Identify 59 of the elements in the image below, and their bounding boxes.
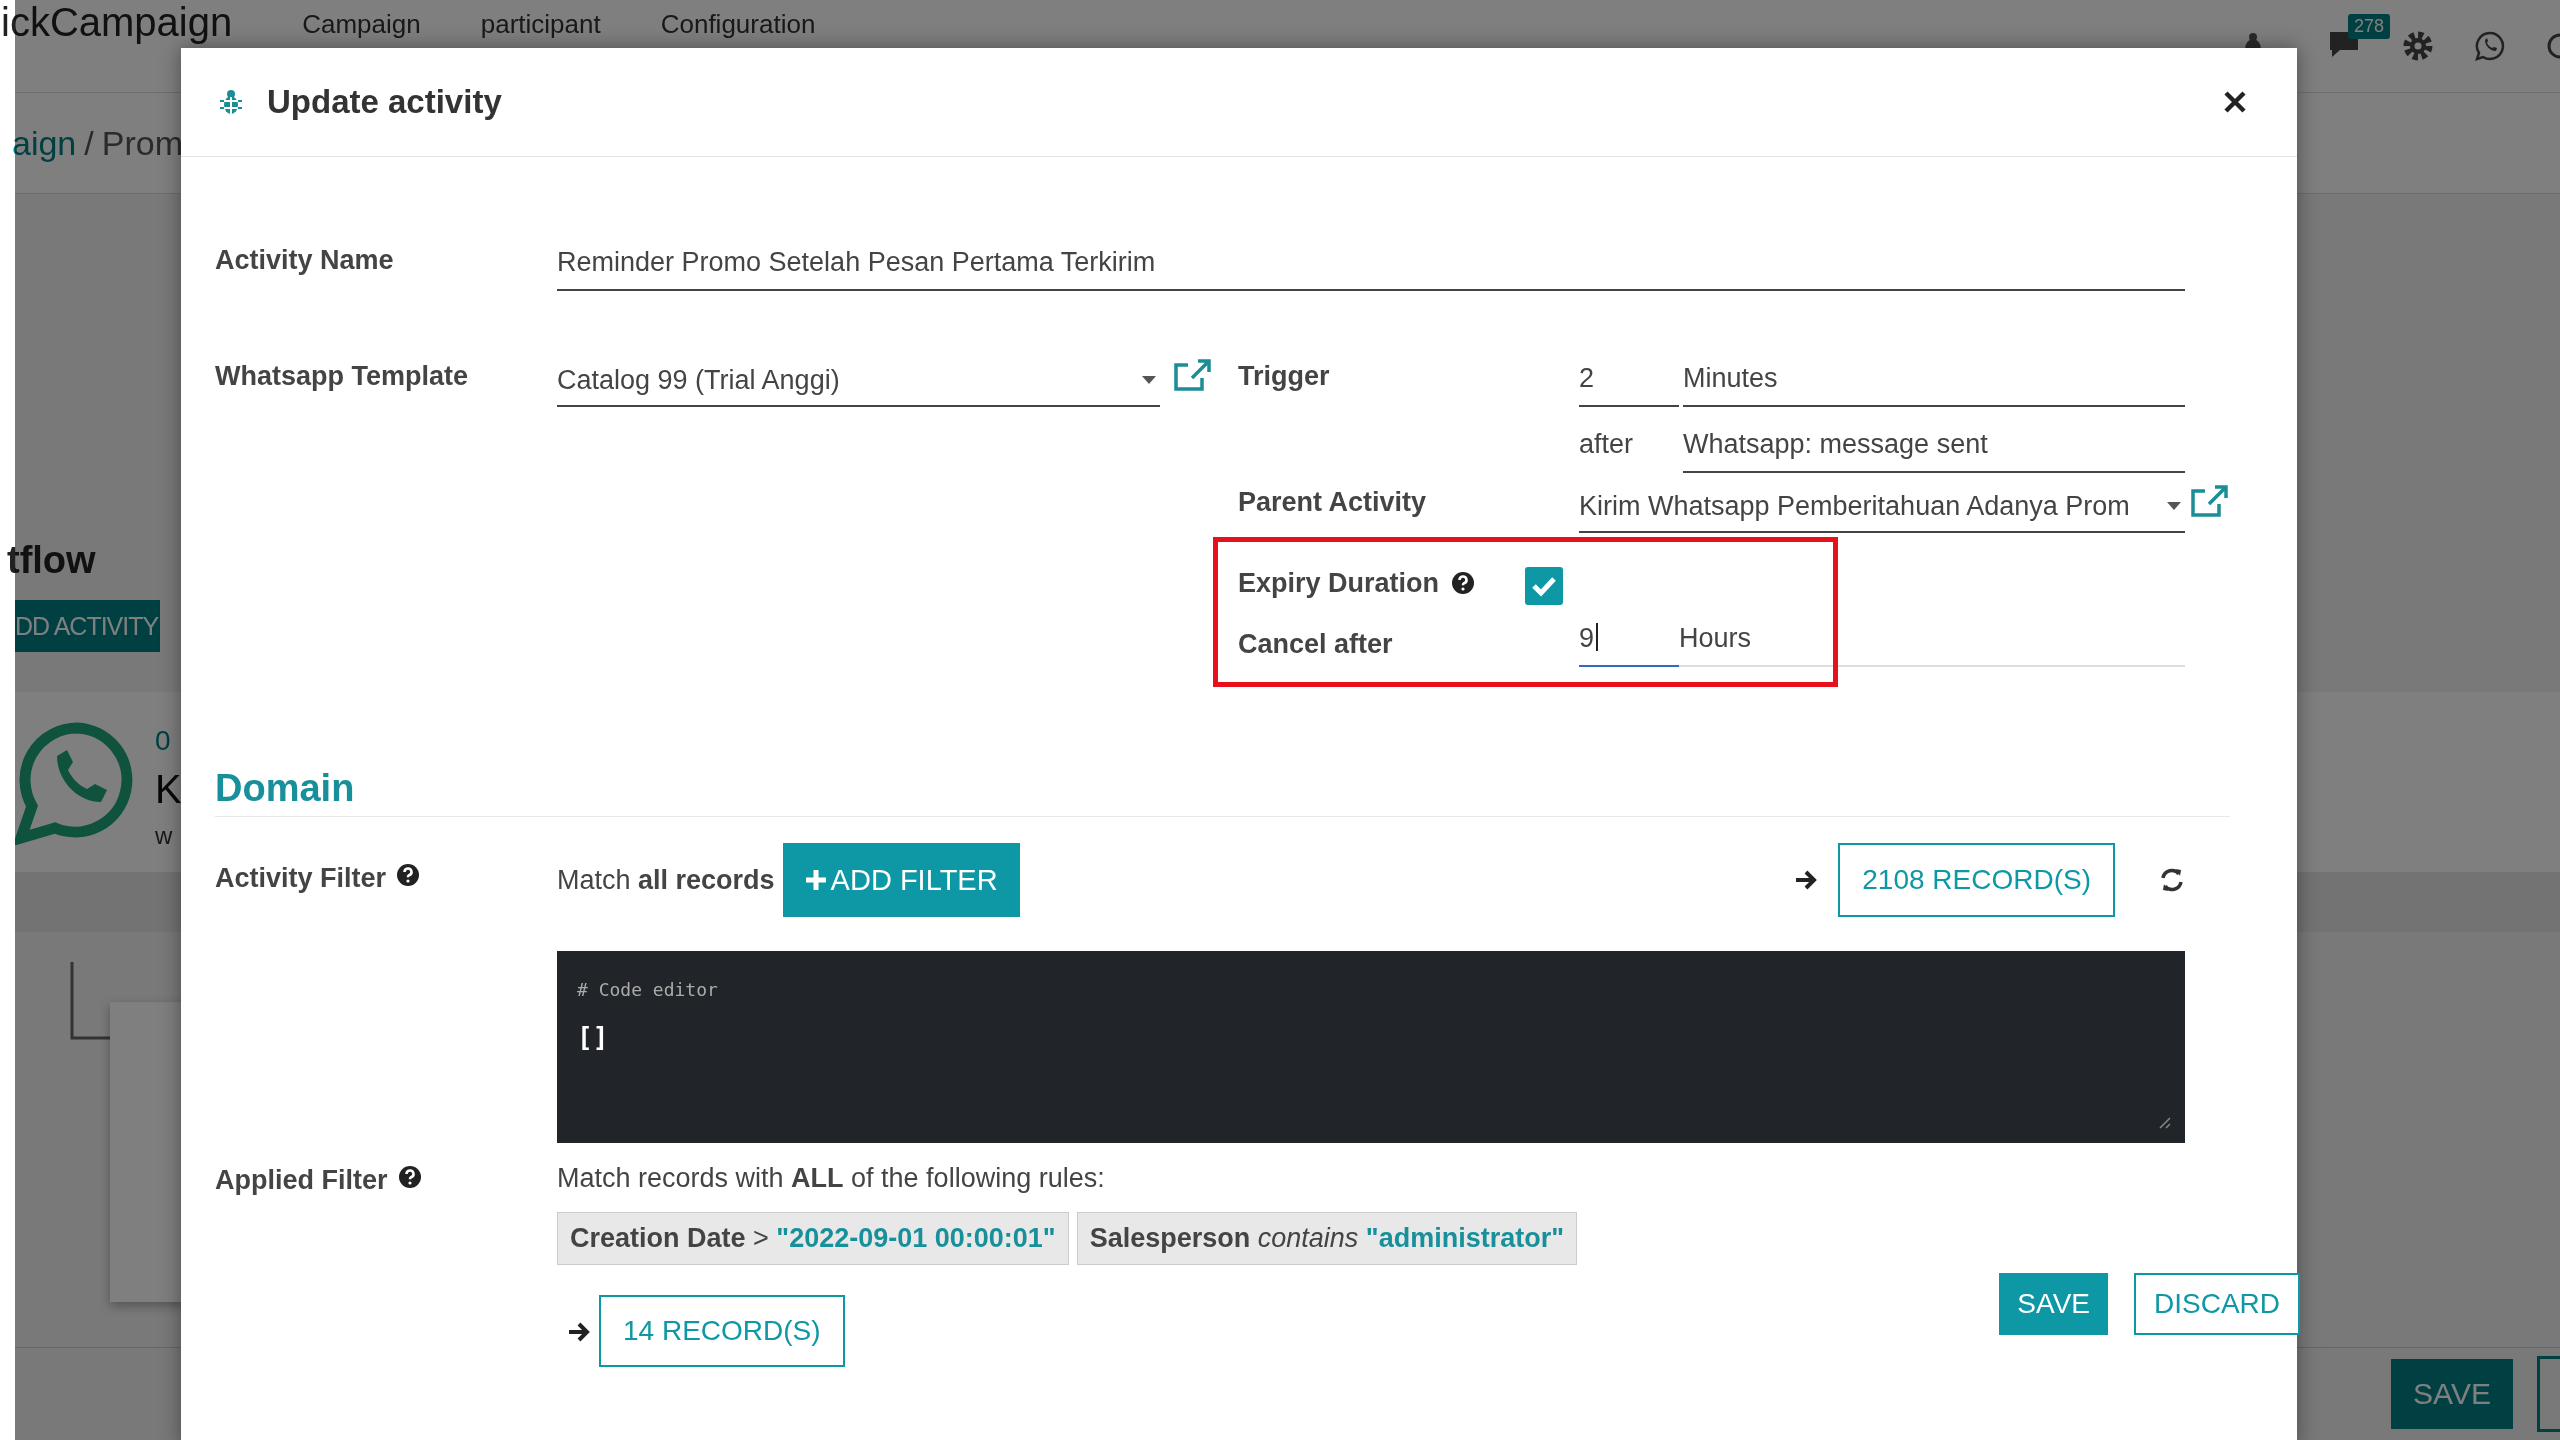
whatsapp-icon[interactable]: [2474, 30, 2506, 62]
dialog-title: Update activity: [267, 83, 502, 121]
parent-activity-select[interactable]: Kirim Whatsapp Pemberitahuan Adanya Prom: [1579, 487, 2185, 533]
section-heading: Domain: [215, 767, 355, 809]
add-activity-button[interactable]: DD ACTIVITY: [15, 600, 161, 652]
external-link-icon[interactable]: [2189, 483, 2229, 519]
discard-button[interactable]: DISCARD: [2134, 1273, 2300, 1335]
activity-name-field[interactable]: Reminder Promo Setelah Pesan Pertama Terkirim: [557, 245, 2185, 291]
rules-text: Match records with ALL of the following rules:: [557, 1163, 1106, 1194]
code-comment: # Code editor: [577, 979, 719, 1000]
caret-icon: [1142, 376, 1156, 384]
card-number: 0: [155, 724, 172, 757]
records-button[interactable]: 2108 RECORD(S): [1838, 843, 2115, 917]
field-label: Cancel after: [1238, 628, 1394, 660]
checkbox[interactable]: [1525, 567, 1564, 605]
plus-icon: [804, 869, 827, 891]
field-label: Trigger: [1238, 361, 1331, 392]
menu-item[interactable]: Configuration: [660, 0, 816, 44]
help-icon: [397, 1165, 422, 1189]
add-filter-button[interactable]: ADD FILTER: [782, 843, 1020, 917]
filter-chip[interactable]: Creation Date > "2022-09-01 00:00:01": [557, 1212, 1069, 1265]
field-label: Expiry Duration: [1238, 567, 1440, 599]
records-button[interactable]: 14 RECORD(S): [599, 1295, 845, 1367]
close-icon[interactable]: [2223, 90, 2247, 114]
message-count-badge: 278: [2348, 14, 2391, 39]
field-label: Whatsapp Template: [215, 361, 470, 392]
code-editor[interactable]: # Code editor []: [557, 951, 2185, 1143]
field-label: Parent Activity: [1238, 487, 1428, 518]
code-text: []: [577, 1022, 610, 1052]
settings-icon[interactable]: [2402, 30, 2434, 62]
field-label: Activity Name: [215, 245, 395, 276]
caret-icon: [2167, 502, 2181, 510]
breadcrumb-current: Prom: [101, 123, 183, 163]
field-label: Applied Filter: [215, 1165, 388, 1196]
resize-handle-icon[interactable]: [2157, 1115, 2171, 1129]
cancel-after-field[interactable]: 9: [1579, 621, 1679, 667]
help-icon: [1451, 571, 1476, 595]
help-icon: [396, 863, 421, 887]
card-subtitle: w: [155, 821, 174, 850]
trigger-event-select[interactable]: Whatsapp: message sent: [1683, 427, 2185, 473]
trigger-amount-field[interactable]: 2: [1579, 361, 1679, 407]
template-select[interactable]: Catalog 99 (Trial Anggi): [557, 361, 1160, 407]
after-label: after: [1579, 428, 1635, 460]
menu-item[interactable]: participant: [480, 0, 601, 44]
save-button[interactable]: SAVE: [1999, 1273, 2108, 1335]
breadcrumb-separator: /: [84, 123, 94, 163]
menu-item[interactable]: Campaign: [302, 0, 421, 44]
trigger-unit-select[interactable]: Minutes: [1683, 361, 2185, 407]
card-title: K: [155, 766, 182, 812]
filter-chip[interactable]: Salesperson contains "administrator": [1076, 1212, 1577, 1265]
arrow-right-icon: [567, 1321, 591, 1343]
match-text: Match all records: [557, 864, 775, 896]
check-icon: [1531, 575, 1558, 597]
arrow-right-icon: [1794, 869, 1819, 891]
refresh-icon[interactable]: [2159, 867, 2185, 893]
field-label: Activity Filter: [215, 863, 387, 894]
cancel-unit-select[interactable]: Hours: [1679, 621, 2185, 667]
external-link-icon[interactable]: [1172, 357, 1212, 393]
save-button[interactable]: SAVE: [2391, 1359, 2513, 1429]
